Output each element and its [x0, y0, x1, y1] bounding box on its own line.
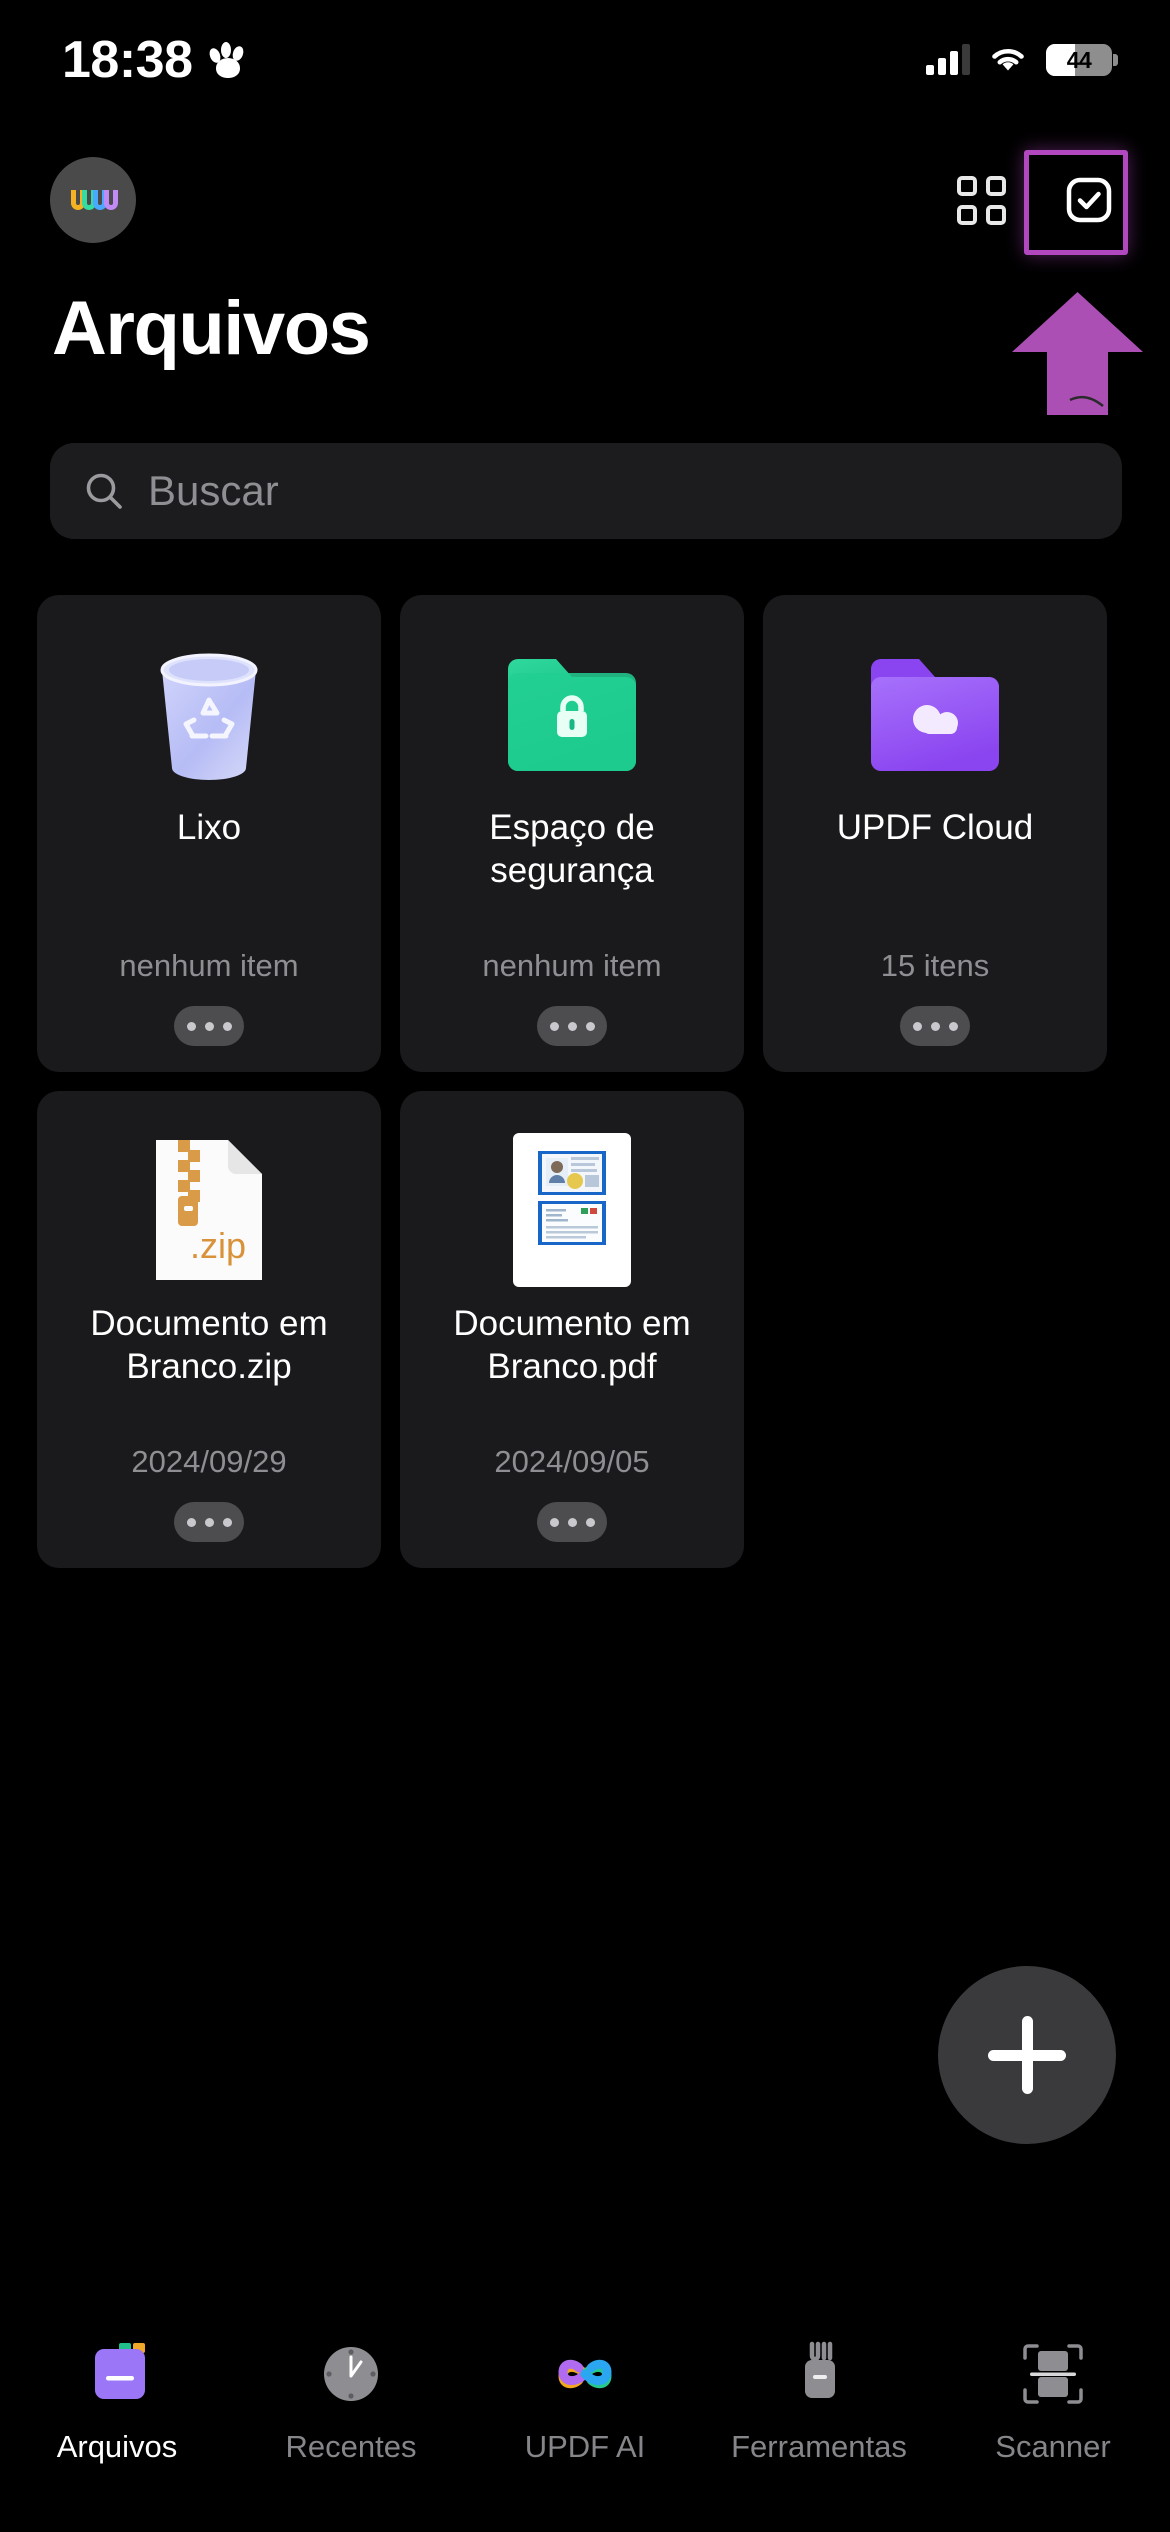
svg-text:.zip: .zip — [190, 1225, 246, 1266]
battery-icon: 44 — [1046, 44, 1118, 76]
files-folder-icon — [81, 2335, 153, 2413]
app-screen: 18:38 44 Arquivos Buscar Lixo nenhum ite… — [0, 0, 1170, 2532]
tab-recentes[interactable]: Recentes — [234, 2335, 468, 2465]
file-card-updf-cloud[interactable]: UPDF Cloud 15 itens — [763, 595, 1107, 1072]
file-card-title: UPDF Cloud — [836, 808, 1034, 847]
add-button[interactable] — [938, 1966, 1116, 2144]
zip-file-icon: .zip — [150, 1135, 268, 1285]
file-grid: Lixo nenhum item Espaço de segurança nen… — [37, 595, 1137, 1568]
app-header — [0, 145, 1170, 255]
file-card-lixo[interactable]: Lixo nenhum item — [37, 595, 381, 1072]
page-title: Arquivos — [52, 286, 371, 371]
tab-label: Ferramentas — [731, 2429, 907, 2464]
status-bar-right: 44 — [926, 44, 1118, 76]
tab-label: Scanner — [995, 2429, 1111, 2464]
wifi-icon — [988, 45, 1028, 75]
header-actions — [957, 173, 1116, 227]
file-card-title: Documento em Branco.zip — [90, 1304, 328, 1386]
file-card-title: Espaço de segurança — [489, 808, 655, 890]
updf-ai-icon — [549, 2335, 621, 2413]
search-input[interactable]: Buscar — [148, 467, 279, 515]
search-icon — [84, 471, 124, 511]
battery-percent: 44 — [1066, 46, 1092, 73]
more-options-icon[interactable] — [537, 1006, 607, 1046]
cellular-signal-icon — [926, 44, 970, 75]
more-options-icon[interactable] — [174, 1006, 244, 1046]
more-options-icon[interactable] — [537, 1502, 607, 1542]
file-card-title: Documento em Branco.pdf — [453, 1304, 691, 1386]
toolbox-icon — [783, 2335, 855, 2413]
file-card-subtitle: nenhum item — [119, 948, 299, 983]
cloud-folder-icon — [865, 639, 1005, 789]
clock-icon — [315, 2335, 387, 2413]
file-card-espaco-de-seguranca[interactable]: Espaço de segurança nenhum item — [400, 595, 744, 1072]
status-bar-left: 18:38 — [62, 30, 247, 90]
file-card-subtitle: 15 itens — [880, 948, 990, 983]
trash-bin-icon — [148, 639, 270, 789]
arrow-up-annotation — [1012, 292, 1143, 415]
file-card-title: Lixo — [176, 808, 242, 847]
tab-scanner[interactable]: Scanner — [936, 2335, 1170, 2465]
paw-icon — [207, 42, 247, 78]
avatar-logo-icon — [71, 190, 118, 210]
grid-view-icon[interactable] — [957, 175, 1006, 225]
pdf-file-icon — [511, 1133, 633, 1287]
add-icon — [988, 2016, 1066, 2094]
more-options-icon[interactable] — [174, 1502, 244, 1542]
status-bar: 18:38 44 — [0, 0, 1170, 120]
file-card-documento-em-branco-zip[interactable]: .zip Documento em Branco.zip 2024/09/29 — [37, 1091, 381, 1568]
tab-label: Recentes — [285, 2429, 417, 2464]
tab-label: Arquivos — [56, 2429, 178, 2464]
tab-updf-ai[interactable]: UPDF AI — [468, 2335, 702, 2465]
more-options-icon[interactable] — [900, 1006, 970, 1046]
locked-folder-icon — [502, 639, 642, 789]
select-mode-icon[interactable] — [1062, 173, 1116, 227]
file-card-subtitle: nenhum item — [482, 948, 662, 983]
file-card-subtitle: 2024/09/29 — [131, 1444, 287, 1479]
avatar[interactable] — [50, 157, 136, 243]
scanner-icon — [1017, 2335, 1089, 2413]
tab-label: UPDF AI — [524, 2429, 646, 2464]
bottom-tab-bar: Arquivos Recentes UPDF AI Ferramentas Sc… — [0, 2307, 1170, 2532]
status-time: 18:38 — [62, 31, 193, 89]
tab-arquivos[interactable]: Arquivos — [0, 2335, 234, 2465]
tab-ferramentas[interactable]: Ferramentas — [702, 2335, 936, 2465]
search-bar[interactable]: Buscar — [50, 443, 1122, 539]
file-card-documento-em-branco-pdf[interactable]: Documento em Branco.pdf 2024/09/05 — [400, 1091, 744, 1568]
file-card-subtitle: 2024/09/05 — [494, 1444, 650, 1479]
